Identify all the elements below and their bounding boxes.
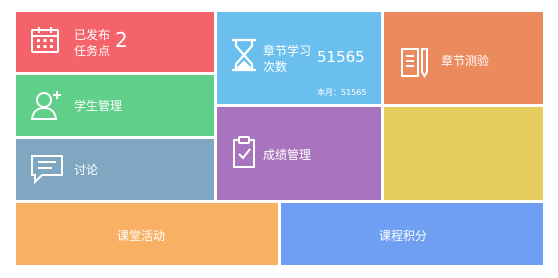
class-activity-label: 课堂活动	[117, 229, 166, 243]
student-management-label: 学生管理	[74, 99, 123, 113]
chapter-study-count: 51565	[317, 48, 365, 66]
published-tasks-tile[interactable]: 已发布 任务点 2	[16, 12, 214, 72]
chapter-study-label-line2: 次数	[263, 60, 288, 74]
published-tasks-label-line2: 任务点	[74, 44, 111, 58]
class-activity-tile[interactable]: 课堂活动	[16, 203, 278, 265]
discussion-tile[interactable]: 讨论	[16, 139, 214, 200]
chapter-study-monthly: 本月：51565	[317, 88, 367, 97]
chapter-study-label-line1: 章节学习	[263, 44, 312, 58]
chapter-study-tile[interactable]: 章节学习 次数 51565 本月：51565	[217, 12, 381, 104]
course-points-label: 课程积分	[379, 229, 428, 243]
blank-tile	[384, 107, 543, 200]
hourglass-icon	[230, 38, 258, 72]
published-tasks-count: 2	[115, 28, 128, 52]
add-user-icon	[30, 89, 64, 121]
grade-management-tile[interactable]: 成绩管理	[217, 107, 381, 200]
calendar-icon	[30, 25, 60, 55]
chapter-quiz-label: 章节测验	[441, 54, 490, 68]
clipboard-check-icon	[231, 135, 257, 169]
discussion-label: 讨论	[74, 163, 99, 177]
course-points-tile[interactable]: 课程积分	[281, 203, 543, 265]
grade-management-label: 成绩管理	[263, 148, 312, 162]
student-management-tile[interactable]: 学生管理	[16, 75, 214, 136]
document-icon	[400, 46, 430, 78]
chapter-quiz-tile[interactable]: 章节测验	[384, 12, 543, 104]
chat-icon	[30, 153, 64, 185]
published-tasks-label-line1: 已发布	[74, 28, 111, 42]
